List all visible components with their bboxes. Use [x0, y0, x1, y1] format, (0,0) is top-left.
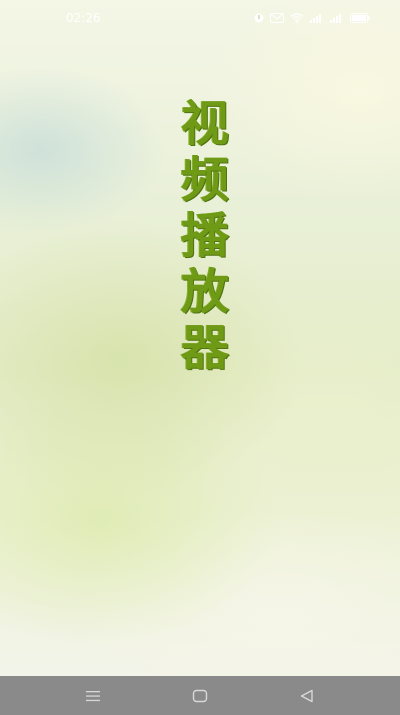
notification-icon — [254, 13, 264, 23]
status-bar: 02:26 — [0, 0, 400, 36]
battery-icon — [350, 13, 370, 23]
app-title: 视频播放器 — [172, 98, 228, 378]
navigation-bar — [0, 676, 400, 715]
signal-icon — [330, 13, 344, 23]
status-time: 02:26 — [66, 11, 101, 25]
message-icon — [270, 13, 284, 23]
back-button[interactable] — [287, 681, 327, 711]
home-button[interactable] — [180, 681, 220, 711]
splash-title-container: 视频播放器 — [0, 98, 400, 378]
wifi-icon — [290, 13, 304, 23]
home-icon — [192, 689, 208, 702]
menu-icon — [86, 690, 101, 701]
status-icons — [254, 13, 370, 23]
menu-button[interactable] — [73, 681, 113, 711]
back-icon — [300, 689, 313, 702]
signal-icon — [310, 13, 324, 23]
